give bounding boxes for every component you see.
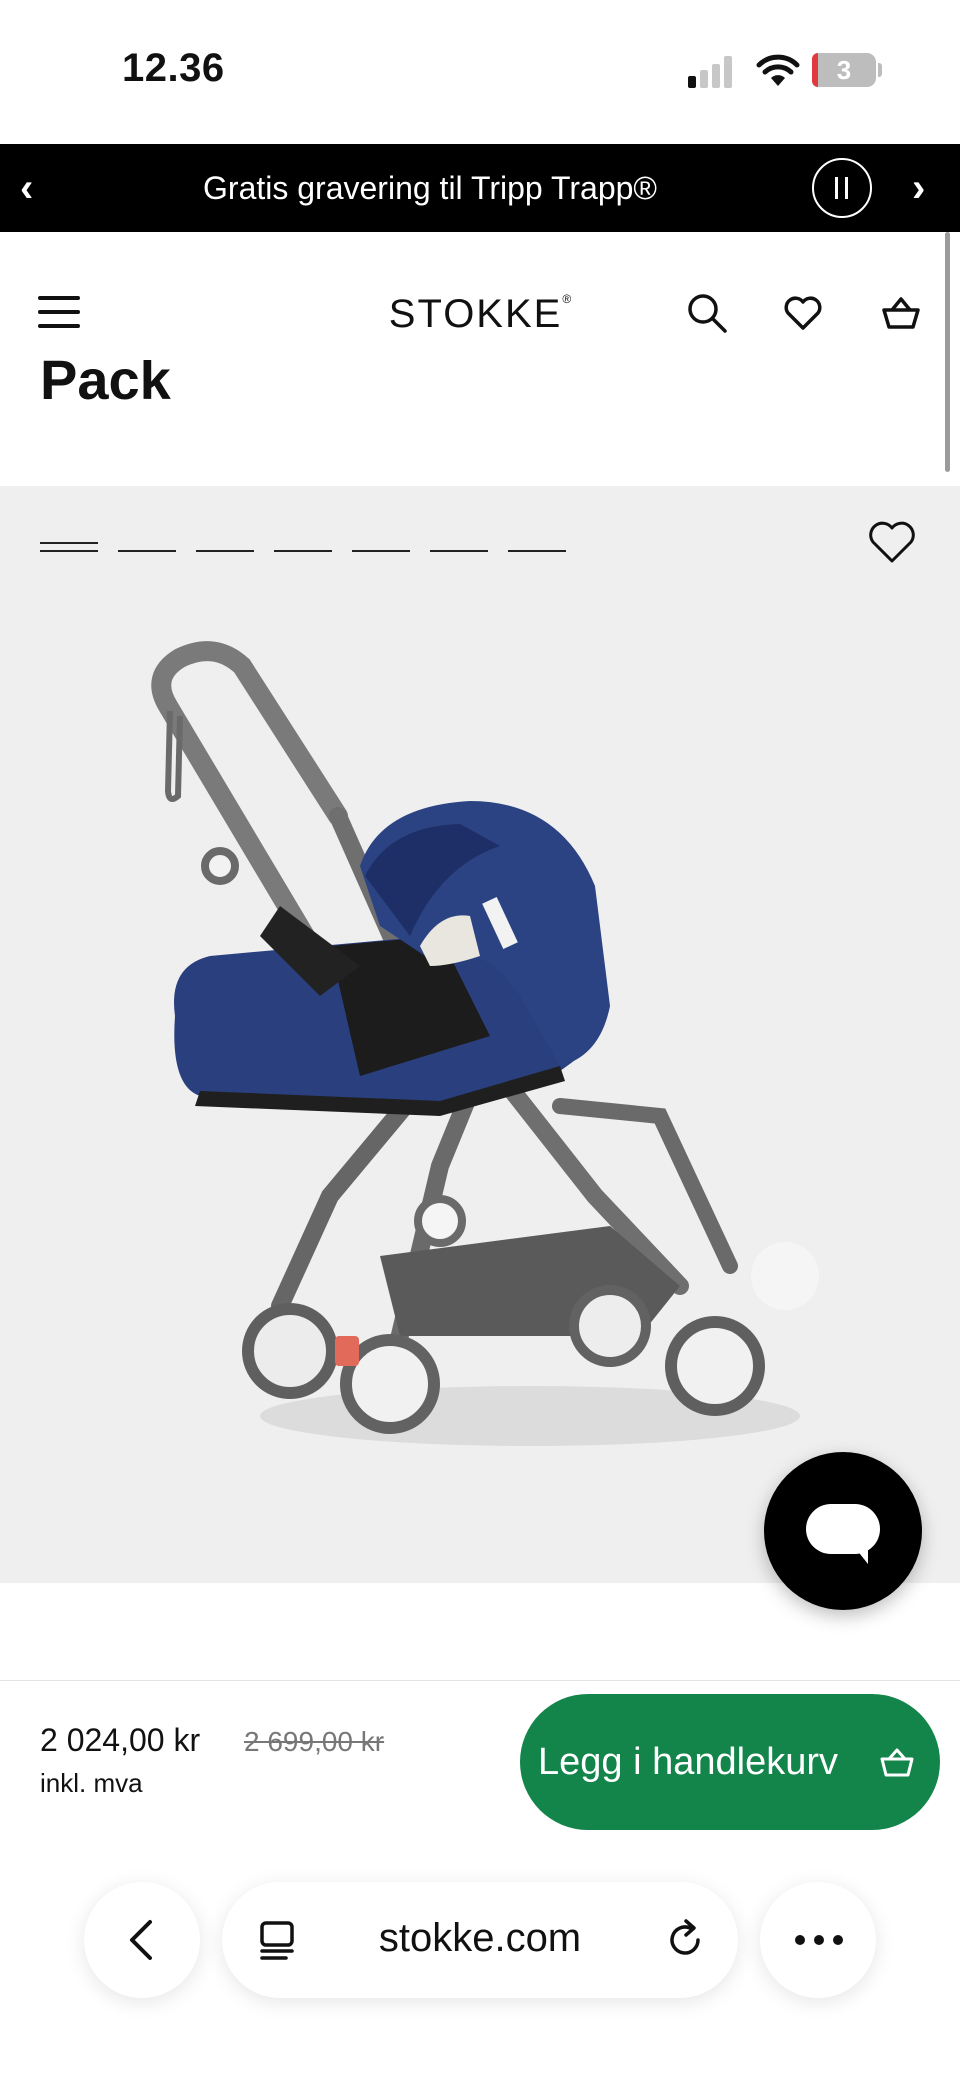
tabs-icon[interactable] xyxy=(256,1918,300,1962)
basket-icon xyxy=(880,1748,914,1777)
back-icon xyxy=(130,1920,152,1960)
vat-note: inkl. mva xyxy=(40,1768,143,1798)
heart-icon[interactable] xyxy=(780,290,826,336)
pause-icon[interactable] xyxy=(812,158,872,218)
battery-tip xyxy=(878,63,882,77)
gallery-indicator[interactable] xyxy=(40,540,98,554)
battery-icon: 3 xyxy=(812,53,876,87)
gallery-indicator[interactable] xyxy=(352,540,410,554)
cellular-signal-icon xyxy=(688,56,736,88)
product-title-text: Pack xyxy=(40,360,171,411)
promo-prev-icon[interactable]: ‹ xyxy=(20,144,33,232)
stroller-image xyxy=(151,641,819,1446)
menu-icon[interactable] xyxy=(38,296,80,328)
add-to-cart-button[interactable]: Legg i handlekurv xyxy=(520,1694,940,1830)
promo-next-icon[interactable]: › xyxy=(912,144,925,232)
product-gallery[interactable] xyxy=(0,486,960,1583)
status-time: 12.36 xyxy=(122,46,225,90)
product-old-price: 2 699,00 kr xyxy=(244,1726,385,1757)
reload-icon[interactable] xyxy=(664,1918,708,1962)
page-scrollbar[interactable] xyxy=(945,232,950,472)
status-bar: 12.36 3 xyxy=(0,0,960,144)
gallery-indicator[interactable] xyxy=(508,540,566,554)
promo-bar: ‹ Gratis gravering til Tripp Trapp® › xyxy=(0,144,960,232)
url-text[interactable]: stokke.com xyxy=(370,1916,590,1961)
favorite-heart-icon[interactable] xyxy=(864,514,920,570)
search-icon[interactable] xyxy=(684,290,730,336)
chat-bubble-icon xyxy=(806,1504,880,1564)
more-icon xyxy=(795,1935,843,1945)
gallery-indicator[interactable] xyxy=(430,540,488,554)
stokke-logo[interactable]: STOKKE® xyxy=(380,292,580,337)
wifi-icon xyxy=(756,54,800,86)
gallery-indicator[interactable] xyxy=(274,540,332,554)
add-to-cart-label: Legg i handlekurv xyxy=(538,1741,838,1783)
product-price: 2 024,00 kr xyxy=(40,1722,201,1758)
logo-registered-mark: ® xyxy=(562,292,572,306)
gallery-indicator[interactable] xyxy=(118,540,176,554)
promo-text[interactable]: Gratis gravering til Tripp Trapp® xyxy=(60,144,800,232)
chat-button[interactable] xyxy=(764,1452,922,1610)
gallery-indicator[interactable] xyxy=(196,540,254,554)
product-title: Pack xyxy=(40,360,171,430)
logo-text: STOKKE xyxy=(388,292,563,336)
battery-level: 3 xyxy=(836,55,852,85)
basket-icon[interactable] xyxy=(878,290,924,336)
